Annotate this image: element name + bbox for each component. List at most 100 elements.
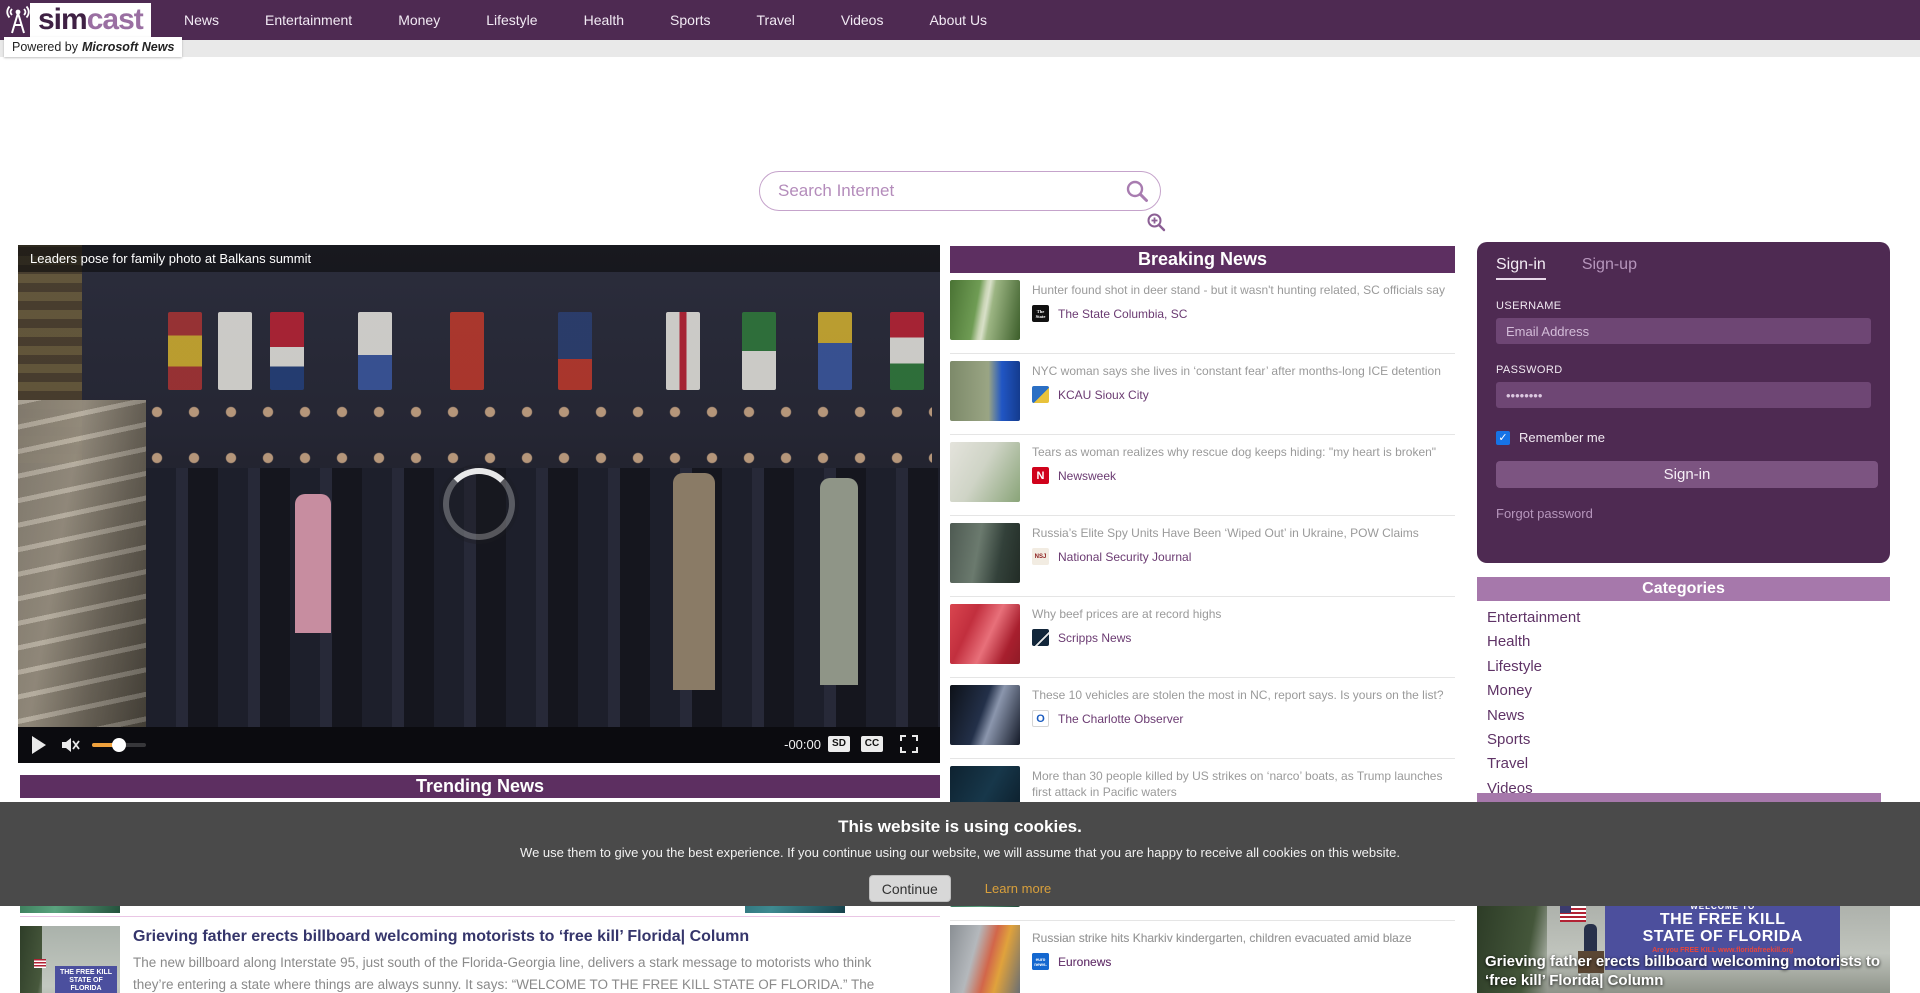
muted-volume-icon[interactable] <box>60 735 80 755</box>
breaking-item[interactable]: Russian strike hits Kharkiv kindergarten… <box>950 924 1455 970</box>
card-us-flag <box>1560 904 1586 922</box>
search-input[interactable] <box>759 171 1161 211</box>
cc-badge[interactable]: CC <box>861 736 883 752</box>
flag <box>818 312 852 390</box>
article-headline: Tears as woman realizes why rescue dog k… <box>1032 444 1455 460</box>
scripps-news-logo <box>1032 629 1049 646</box>
breaking-news-header: Breaking News <box>950 246 1455 273</box>
video-player[interactable]: Leaders pose for family photo at Balkans… <box>18 245 940 763</box>
remember-me-label: Remember me <box>1519 430 1605 445</box>
nav-entertainment[interactable]: Entertainment <box>265 12 352 28</box>
play-icon[interactable] <box>32 736 46 754</box>
flag <box>218 312 252 390</box>
main-nav: News Entertainment Money Lifestyle Healt… <box>184 0 987 40</box>
volume-knob[interactable] <box>112 738 126 752</box>
article-headline: NYC woman says she lives in ‘constant fe… <box>1032 363 1455 379</box>
charlotte-observer-logo: O <box>1032 710 1049 727</box>
article-thumbnail <box>950 361 1020 421</box>
thumb-us-flag <box>34 959 46 968</box>
article-source: The State Columbia, SC <box>1058 307 1187 321</box>
categories-list: Entertainment Health Lifestyle Money New… <box>1487 606 1877 801</box>
article-source: National Security Journal <box>1058 550 1191 564</box>
flag <box>558 312 592 390</box>
article-headline: Russia’s Elite Spy Units Have Been ‘Wipe… <box>1032 525 1455 541</box>
volume-slider[interactable] <box>92 743 146 747</box>
flag <box>890 312 924 390</box>
category-lifestyle[interactable]: Lifestyle <box>1487 655 1877 679</box>
nav-travel[interactable]: Travel <box>757 12 795 28</box>
continue-button[interactable]: Continue <box>869 875 951 902</box>
trending-news-header: Trending News <box>20 775 940 798</box>
sd-badge[interactable]: SD <box>828 736 850 752</box>
breaking-item[interactable]: Tears as woman realizes why rescue dog k… <box>950 435 1455 516</box>
nav-lifestyle[interactable]: Lifestyle <box>486 12 537 28</box>
article-source: Newsweek <box>1058 469 1116 483</box>
password-field[interactable] <box>1496 382 1871 408</box>
remember-me-row: ✓ Remember me <box>1496 430 1871 445</box>
video-staircase-steps <box>18 400 146 763</box>
next-section-bar <box>1477 793 1881 802</box>
zoom-in-icon[interactable] <box>1146 212 1166 232</box>
category-money[interactable]: Money <box>1487 679 1877 703</box>
featured-image-card[interactable]: WELCOME TO THE FREE KILL STATE OF FLORID… <box>1477 894 1890 993</box>
search-bar <box>759 171 1161 211</box>
nav-news[interactable]: News <box>184 12 219 28</box>
simcast-logo[interactable]: simcast <box>30 3 151 37</box>
flag <box>168 312 202 390</box>
crowd-front-row <box>148 452 932 465</box>
category-health[interactable]: Health <box>1487 630 1877 654</box>
category-travel[interactable]: Travel <box>1487 752 1877 776</box>
nav-about-us[interactable]: About Us <box>929 12 987 28</box>
article-thumbnail <box>950 604 1020 664</box>
signin-tabs: Sign-in Sign-up <box>1496 256 1871 280</box>
search-icon[interactable] <box>1125 179 1149 203</box>
powered-prefix: Powered by <box>12 40 78 54</box>
breaking-item[interactable]: These 10 vehicles are stolen the most in… <box>950 678 1455 759</box>
breaking-item[interactable]: Russia’s Elite Spy Units Have Been ‘Wipe… <box>950 516 1455 597</box>
category-news[interactable]: News <box>1487 704 1877 728</box>
page: simcast Powered by Microsoft News News E… <box>0 0 1920 993</box>
kcau-logo <box>1032 386 1049 403</box>
breaking-item[interactable]: Hunter found shot in deer stand - but it… <box>950 273 1455 354</box>
article-thumbnail <box>950 685 1020 745</box>
category-entertainment[interactable]: Entertainment <box>1487 606 1877 630</box>
cookie-title: This website is using cookies. <box>0 817 1920 837</box>
nav-sports[interactable]: Sports <box>670 12 710 28</box>
remember-me-checkbox[interactable]: ✓ <box>1496 431 1510 445</box>
logo-cast: cast <box>87 3 143 37</box>
figure-pink-jacket <box>295 494 331 634</box>
trending-article-title: Grieving father erects billboard welcomi… <box>133 924 940 948</box>
newsweek-logo: N <box>1032 467 1049 484</box>
category-sports[interactable]: Sports <box>1487 728 1877 752</box>
learn-more-link[interactable]: Learn more <box>985 881 1051 896</box>
header-substrip <box>0 40 1920 57</box>
cookie-body: We use them to give you the best experie… <box>0 845 1920 860</box>
card-speaker-figure <box>1584 924 1597 954</box>
sign-in-button[interactable]: Sign-in <box>1496 461 1878 488</box>
nsj-logo: NSJ <box>1032 548 1049 565</box>
nav-health[interactable]: Health <box>584 12 624 28</box>
article-headline: Hunter found shot in deer stand - but it… <box>1032 282 1455 298</box>
categories-header: Categories <box>1477 577 1890 601</box>
email-field[interactable] <box>1496 318 1871 344</box>
nav-money[interactable]: Money <box>398 12 440 28</box>
tab-sign-up[interactable]: Sign-up <box>1582 256 1637 280</box>
euronews-logo: euro news. <box>1032 953 1049 970</box>
breaking-item[interactable]: NYC woman says she lives in ‘constant fe… <box>950 354 1455 435</box>
forgot-password-link[interactable]: Forgot password <box>1496 506 1593 521</box>
logo-sim: sim <box>38 3 87 37</box>
powered-brand: Microsoft News <box>82 40 174 54</box>
flag <box>666 312 700 390</box>
tab-sign-in[interactable]: Sign-in <box>1496 256 1546 280</box>
breaking-item[interactable]: Why beef prices are at record highs Scri… <box>950 597 1455 678</box>
fullscreen-icon[interactable] <box>900 735 918 753</box>
article-source: KCAU Sioux City <box>1058 388 1149 402</box>
billboard-line3: STATE OF FLORIDA <box>1605 928 1840 945</box>
article-headline: These 10 vehicles are stolen the most in… <box>1032 687 1455 703</box>
nav-videos[interactable]: Videos <box>841 12 884 28</box>
trending-article[interactable]: THE FREE KILL STATE OF FLORIDA Grieving … <box>20 924 940 993</box>
article-headline: Why beef prices are at record highs <box>1032 606 1455 622</box>
video-controls: -00:00 SD CC <box>18 733 940 757</box>
figure-gray-suit <box>820 478 858 685</box>
cookie-actions: Continue Learn more <box>0 875 1920 902</box>
